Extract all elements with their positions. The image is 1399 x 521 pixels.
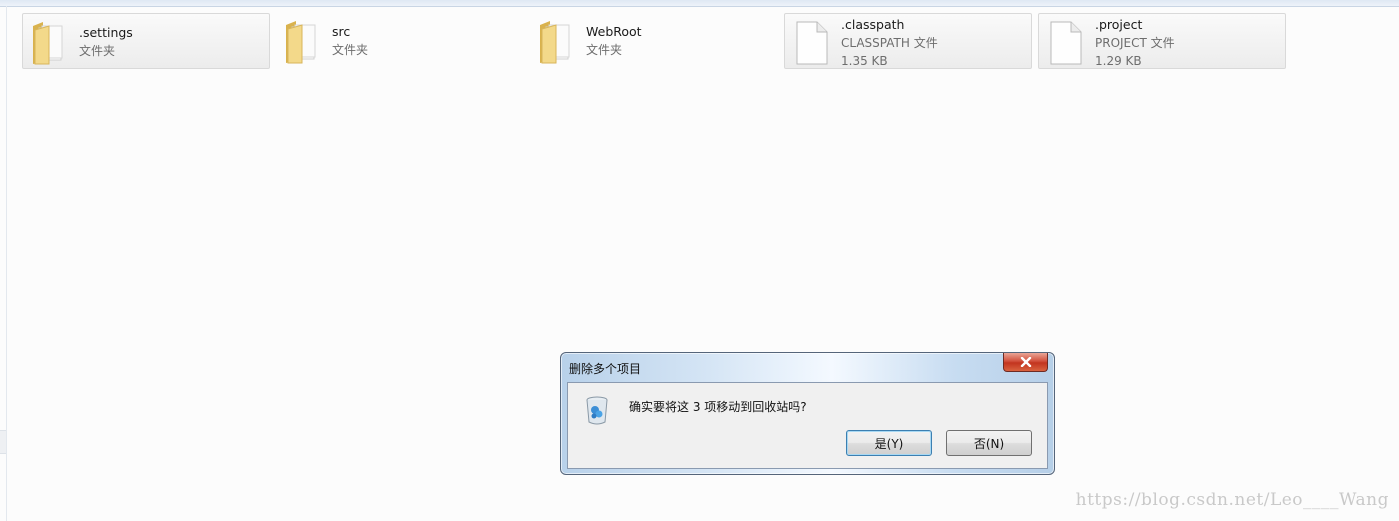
item-project-file[interactable]: .project PROJECT 文件 1.29 KB (1038, 13, 1286, 69)
item-name: src (332, 24, 351, 39)
item-name: .project (1095, 17, 1143, 32)
item-type: 文件夹 (586, 43, 623, 57)
folder-icon (286, 21, 316, 64)
dialog-message: 确实要将这 3 项移动到回收站吗? (629, 400, 807, 414)
dialog-close-button[interactable] (1003, 353, 1048, 372)
close-icon (1020, 357, 1031, 367)
dialog-body: 确实要将这 3 项移动到回收站吗? 是(Y) 否(N) (567, 382, 1048, 469)
file-icon (1050, 21, 1082, 65)
scroll-stub (0, 430, 6, 454)
item-type: PROJECT 文件 (1095, 36, 1175, 50)
recycle-bin-icon (586, 396, 608, 425)
folder-icon (33, 22, 63, 65)
watermark: https://blog.csdn.net/Leo____Wang (1075, 490, 1389, 510)
yes-button[interactable]: 是(Y) (846, 430, 932, 456)
item-type: 文件夹 (79, 44, 116, 58)
item-settings-folder[interactable]: .settings 文件夹 (22, 13, 270, 69)
item-name: .settings (79, 25, 133, 40)
window-top-edge (0, 0, 1399, 7)
item-type: CLASSPATH 文件 (841, 36, 938, 50)
folder-icon (540, 21, 570, 64)
item-classpath-file[interactable]: .classpath CLASSPATH 文件 1.35 KB (784, 13, 1032, 69)
item-size: 1.35 KB (841, 54, 888, 68)
item-src-folder[interactable]: src 文件夹 (276, 13, 524, 69)
item-size: 1.29 KB (1095, 54, 1142, 68)
item-name: WebRoot (586, 24, 642, 39)
delete-confirm-dialog: 删除多个项目 确实要将这 3 项移动到回收站吗? 是(Y) 否(N) (560, 352, 1055, 475)
item-name: .classpath (841, 17, 905, 32)
dialog-title[interactable]: 删除多个项目 (569, 360, 641, 377)
item-type: 文件夹 (332, 43, 369, 57)
no-button[interactable]: 否(N) (946, 430, 1032, 456)
pane-divider (6, 6, 7, 521)
item-webroot-folder[interactable]: WebRoot 文件夹 (530, 13, 778, 69)
file-icon (796, 21, 828, 65)
